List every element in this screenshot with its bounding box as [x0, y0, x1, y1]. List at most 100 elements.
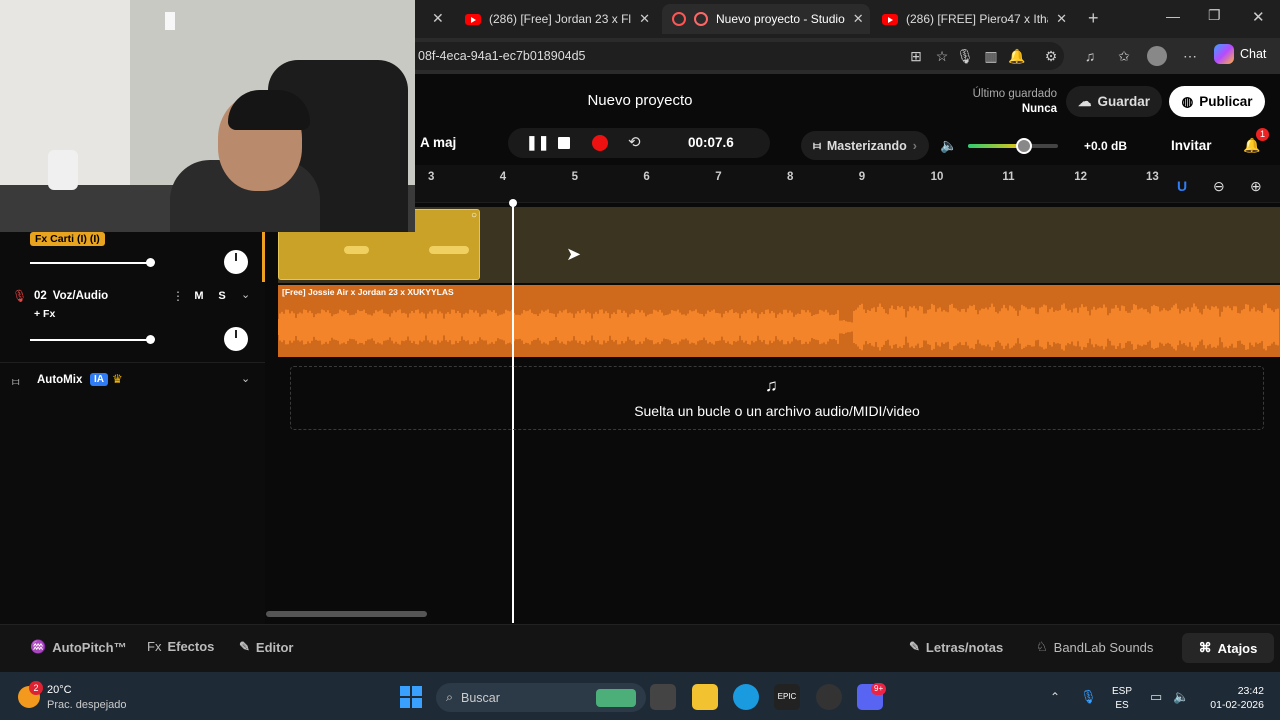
cup [48, 150, 78, 190]
task-view-icon[interactable] [650, 684, 676, 710]
add-fx-button[interactable]: + Fx [34, 308, 55, 320]
master-volume-slider[interactable] [968, 138, 1058, 154]
ruler-bar-number: 8 [787, 171, 794, 183]
autopitch-button[interactable]: ♒ AutoPitch™ [30, 639, 127, 655]
volume-db: +0.0 dB [1084, 139, 1128, 153]
recording-icon [694, 12, 708, 26]
zoom-in-icon[interactable]: ⊕ [1250, 178, 1262, 195]
solo-button[interactable]: S [212, 287, 232, 305]
minimize-icon[interactable]: — [1166, 8, 1180, 24]
track1-volume-handle[interactable] [146, 258, 155, 267]
tab-youtube-piero[interactable]: (286) [FREE] Piero47 x Ithan NY ✕ [872, 4, 1077, 34]
track2-pan-knob[interactable] [224, 327, 248, 351]
ruler-bar-number: 4 [499, 171, 507, 183]
chevron-down-icon[interactable]: ⌄ [241, 288, 250, 301]
invite-button[interactable]: Invitar [1171, 138, 1212, 153]
tab-close-icon[interactable]: ✕ [432, 10, 444, 27]
search-icon: ⌕ [446, 690, 454, 704]
track2-title[interactable]: 02 Voz/Audio [34, 290, 108, 302]
ruler-bar-number: 10 [930, 171, 944, 183]
lyrics-button[interactable]: ✎ Letras/notas [909, 639, 1003, 655]
stop-icon[interactable] [558, 137, 570, 149]
more-icon[interactable]: ⋯ [1180, 46, 1200, 66]
key-selector[interactable]: A maj [420, 135, 456, 150]
close-icon[interactable]: ✕ [1056, 11, 1067, 27]
extensions-icon[interactable]: ⚙ [1041, 46, 1061, 66]
mastering-button[interactable]: ⧦ Masterizando › [801, 131, 929, 160]
volume-knob[interactable] [1015, 138, 1032, 154]
webcam-overlay [0, 0, 415, 232]
editor-button[interactable]: ✎ Editor [239, 639, 293, 655]
track1-volume-slider[interactable] [30, 262, 150, 264]
pause-icon[interactable]: ❚❚ [526, 134, 549, 151]
track2-volume-handle[interactable] [146, 335, 155, 344]
bandlab-icon [672, 12, 686, 26]
new-tab-icon[interactable]: + [1088, 8, 1099, 29]
zoom-out-icon[interactable]: ⊖ [1213, 178, 1225, 195]
ruler-bar-number: 9 [858, 171, 866, 183]
library-icon[interactable]: ▥ [981, 46, 1001, 66]
command-icon: ⌘ [1198, 640, 1212, 655]
file-explorer-icon[interactable] [692, 684, 718, 710]
speaker-icon[interactable]: 🔈 [940, 137, 957, 154]
epic-games-icon[interactable]: EPIC [774, 684, 800, 710]
shortcuts-button[interactable]: ⌘ Atajos [1182, 633, 1274, 663]
volume-icon[interactable]: 🔈 [1173, 689, 1189, 705]
windows-start-icon[interactable] [400, 686, 422, 708]
globe-icon: ◍ [1181, 93, 1194, 109]
taskbar-search[interactable]: ⌕ Buscar [436, 683, 646, 712]
snap-magnet-icon[interactable]: U [1177, 178, 1187, 194]
save-button[interactable]: ☁ Guardar [1066, 86, 1162, 117]
mute-button[interactable]: M [189, 287, 209, 305]
horizontal-scrollbar[interactable] [266, 611, 427, 617]
mixer-sliders-icon: ⧦ [813, 138, 821, 152]
app-icon[interactable] [816, 684, 842, 710]
microphone-icon[interactable]: 🎙 [1080, 689, 1097, 705]
ruler-bar-number: 13 [1146, 171, 1159, 183]
close-icon[interactable]: ✕ [853, 11, 864, 27]
network-icon[interactable]: ▭ [1150, 689, 1162, 705]
project-title[interactable]: Nuevo proyecto [540, 92, 740, 109]
profile-avatar[interactable] [1147, 46, 1167, 66]
edge-browser-icon[interactable] [733, 684, 759, 710]
pencil-icon: ✎ [239, 639, 250, 654]
language-indicator[interactable]: ESP ES [1112, 685, 1132, 713]
loop-handle-icon[interactable]: ○ [471, 210, 477, 221]
track-name-badge[interactable]: Fx Carti (I) (I) [30, 232, 105, 246]
tab-youtube-jordan[interactable]: (286) [Free] Jordan 23 x Floyymenor ✕ [455, 4, 660, 34]
favorite-star-icon[interactable]: ☆ [932, 46, 952, 66]
media-icon[interactable]: ♫ [1080, 46, 1100, 66]
person-hair [228, 90, 310, 130]
automix-label[interactable]: AutoMix [37, 374, 82, 386]
app-available-icon[interactable]: ⊞ [906, 46, 926, 66]
bandlab-sounds-button[interactable]: ♘ BandLab Sounds [1036, 639, 1153, 655]
loop-icon[interactable]: ⟲ [628, 133, 641, 151]
track-lane-2[interactable]: [Free] Jossie Air x Jordan 23 x XUKYYLAS [278, 285, 1280, 357]
system-clock[interactable]: 23:42 01-02-2026 [1202, 684, 1264, 712]
chevron-down-icon[interactable]: ⌄ [241, 372, 250, 385]
cloud-upload-icon: ☁ [1077, 93, 1092, 109]
track1-pan-knob[interactable] [224, 250, 248, 274]
effects-button[interactable]: Fx Efectos [147, 639, 214, 654]
tab-studio[interactable]: Nuevo proyecto - Studio ✕ [662, 4, 870, 34]
chevron-up-icon[interactable]: ⌃ [1050, 690, 1060, 704]
copilot-chat-button[interactable]: Chat [1214, 44, 1266, 64]
last-saved: Último guardado Nunca [972, 88, 1057, 115]
bell-icon[interactable]: 🔔 [1007, 46, 1027, 66]
track-menu-icon[interactable]: ⋮ [172, 289, 184, 303]
close-icon[interactable]: ✕ [639, 11, 650, 27]
microphone-icon[interactable]: 🎙 [955, 46, 975, 66]
publish-button[interactable]: ◍ Publicar [1169, 86, 1265, 117]
playhead-handle[interactable] [509, 199, 517, 207]
track2-volume-slider[interactable] [30, 339, 150, 341]
record-icon[interactable] [592, 135, 608, 151]
ruler-bar-number: 7 [715, 171, 722, 183]
ruler-bar-number: 11 [1002, 171, 1015, 183]
waveform-path [278, 303, 1279, 351]
favorites-icon[interactable]: ✩ [1114, 46, 1134, 66]
ruler-bar-number: 5 [571, 171, 578, 183]
maximize-icon[interactable]: ❐ [1208, 7, 1221, 24]
mouse-cursor-icon: ➤ [566, 244, 582, 264]
window-close-icon[interactable]: ✕ [1252, 8, 1265, 26]
weather-widget[interactable]: 20°C Prac. despejado [47, 683, 127, 713]
